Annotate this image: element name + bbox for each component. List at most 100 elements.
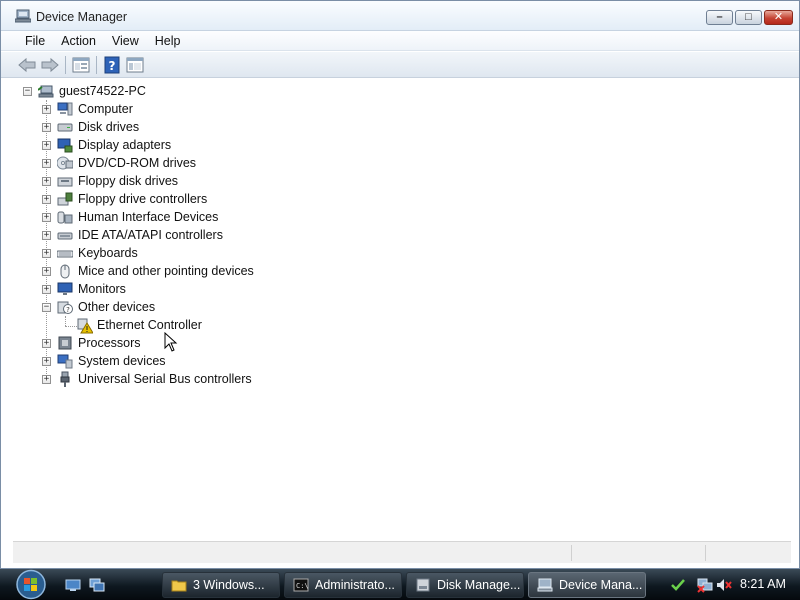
- status-bar-divider: [571, 545, 572, 561]
- tree-item-hid[interactable]: Human Interface Devices: [78, 209, 218, 225]
- forward-arrow-icon[interactable]: [40, 56, 60, 74]
- expand-toggle-usb[interactable]: +: [42, 375, 51, 384]
- svg-text:?: ?: [109, 59, 116, 73]
- device-manager-icon: [537, 578, 553, 592]
- keyboard-icon: [57, 250, 73, 258]
- menu-file[interactable]: File: [17, 32, 53, 50]
- taskbar-button-disk-management[interactable]: Disk Manage...: [406, 572, 524, 598]
- taskbar-button-label: Disk Manage...: [437, 578, 521, 592]
- expand-toggle-hid[interactable]: +: [42, 213, 51, 222]
- menu-bar: File Action View Help: [1, 31, 799, 51]
- toolbar-separator: [65, 56, 66, 74]
- maximize-icon: □: [745, 11, 752, 23]
- tree-item-other-devices[interactable]: Other devices: [78, 299, 155, 315]
- expand-toggle-processors[interactable]: +: [42, 339, 51, 348]
- tree-item-floppy[interactable]: Floppy disk drives: [78, 173, 178, 189]
- menu-help[interactable]: Help: [147, 32, 189, 50]
- tree-item-processors[interactable]: Processors: [78, 335, 141, 351]
- computer-network-icon: [38, 85, 54, 98]
- tree-item-keyboards[interactable]: Keyboards: [78, 245, 138, 261]
- expand-toggle-mice[interactable]: +: [42, 267, 51, 276]
- svg-text:?: ?: [66, 306, 70, 314]
- expand-toggle-system-devices[interactable]: +: [42, 357, 51, 366]
- menu-view[interactable]: View: [104, 32, 147, 50]
- usb-icon: [60, 371, 70, 387]
- tree-item-disk-drives[interactable]: Disk drives: [78, 119, 139, 135]
- window-controls: – □ ✕: [706, 10, 793, 25]
- expand-toggle-keyboards[interactable]: +: [42, 249, 51, 258]
- expand-toggle-display-adapters[interactable]: +: [42, 141, 51, 150]
- floppy-controller-icon: [57, 192, 73, 206]
- taskbar-button-windows-explorer[interactable]: 3 Windows...: [162, 572, 280, 598]
- status-bar: [13, 541, 791, 563]
- close-button[interactable]: ✕: [764, 10, 793, 25]
- tree-connector: [65, 316, 66, 326]
- tree-item-ide[interactable]: IDE ATA/ATAPI controllers: [78, 227, 223, 243]
- tree-item-computer[interactable]: Computer: [78, 101, 133, 117]
- computer-icon: [57, 102, 73, 116]
- display-adapter-icon: [57, 138, 73, 153]
- device-tree: − guest74522-PC + Computer + Disk drives…: [13, 81, 791, 537]
- close-icon: ✕: [773, 11, 784, 23]
- mouse-icon: [60, 264, 70, 279]
- system-device-icon: [57, 354, 73, 369]
- tree-root-label[interactable]: guest74522-PC: [59, 83, 146, 99]
- checkmark-icon[interactable]: [670, 577, 686, 593]
- expand-toggle-floppy[interactable]: +: [42, 177, 51, 186]
- status-bar-divider: [705, 545, 706, 561]
- tree-item-system-devices[interactable]: System devices: [78, 353, 166, 369]
- processor-icon: [58, 336, 72, 350]
- tree-item-display-adapters[interactable]: Display adapters: [78, 137, 171, 153]
- toolbar-separator: [96, 56, 97, 74]
- mouse-cursor-icon: [164, 332, 178, 352]
- unknown-device-icon: ?: [57, 301, 73, 314]
- device-manager-title-icon: [15, 9, 31, 23]
- expand-toggle-floppy-controllers[interactable]: +: [42, 195, 51, 204]
- taskbar-button-label: Device Mana...: [559, 578, 643, 592]
- expand-toggle-ide[interactable]: +: [42, 231, 51, 240]
- floppy-icon: [57, 177, 73, 187]
- taskbar-button-device-manager[interactable]: Device Mana...: [528, 572, 646, 598]
- svg-text:C:\: C:\: [296, 582, 309, 590]
- windows-start-orb-icon[interactable]: [10, 569, 52, 600]
- title-bar[interactable]: Device Manager – □ ✕: [1, 1, 799, 31]
- view-icon[interactable]: [125, 56, 145, 74]
- warning-device-icon: [77, 318, 93, 334]
- tree-item-mice[interactable]: Mice and other pointing devices: [78, 263, 254, 279]
- tree-item-ethernet-controller[interactable]: Ethernet Controller: [97, 317, 202, 333]
- folder-icon: [171, 580, 187, 592]
- tree-item-usb[interactable]: Universal Serial Bus controllers: [78, 371, 252, 387]
- system-clock[interactable]: 8:21 AM: [740, 577, 786, 591]
- command-prompt-icon: C:\: [293, 578, 309, 592]
- expand-toggle-dvd[interactable]: +: [42, 159, 51, 168]
- tree-item-dvd[interactable]: DVD/CD-ROM drives: [78, 155, 196, 171]
- help-icon[interactable]: ?: [102, 56, 122, 74]
- volume-muted-icon[interactable]: [716, 577, 732, 593]
- back-arrow-icon[interactable]: [17, 56, 37, 74]
- minimize-icon: –: [716, 11, 723, 23]
- disk-management-icon: [416, 578, 430, 592]
- disk-drive-icon: [57, 123, 73, 132]
- expand-toggle-monitors[interactable]: +: [42, 285, 51, 294]
- toolbar: ?: [1, 52, 799, 78]
- window-title: Device Manager: [36, 10, 128, 24]
- expand-toggle-disk-drives[interactable]: +: [42, 123, 51, 132]
- collapse-toggle-other-devices[interactable]: −: [42, 303, 51, 312]
- expand-toggle-computer[interactable]: +: [42, 105, 51, 114]
- ide-icon: [57, 232, 73, 240]
- root-collapse-toggle[interactable]: −: [23, 87, 32, 96]
- network-disconnected-icon[interactable]: [697, 577, 713, 593]
- device-manager-window: Device Manager – □ ✕ File Action View He…: [0, 0, 800, 569]
- tree-item-floppy-controllers[interactable]: Floppy drive controllers: [78, 191, 207, 207]
- taskbar-button-label: 3 Windows...: [193, 578, 265, 592]
- menu-action[interactable]: Action: [53, 32, 104, 50]
- properties-tree-icon[interactable]: [71, 56, 91, 74]
- switch-windows-icon[interactable]: [89, 577, 105, 593]
- taskbar-button-command-prompt[interactable]: C:\ Administrato...: [284, 572, 402, 598]
- tree-item-monitors[interactable]: Monitors: [78, 281, 126, 297]
- minimize-button[interactable]: –: [706, 10, 733, 25]
- show-desktop-icon[interactable]: [65, 577, 81, 593]
- hid-icon: [57, 211, 73, 224]
- taskbar-button-label: Administrato...: [315, 578, 395, 592]
- maximize-button[interactable]: □: [735, 10, 762, 25]
